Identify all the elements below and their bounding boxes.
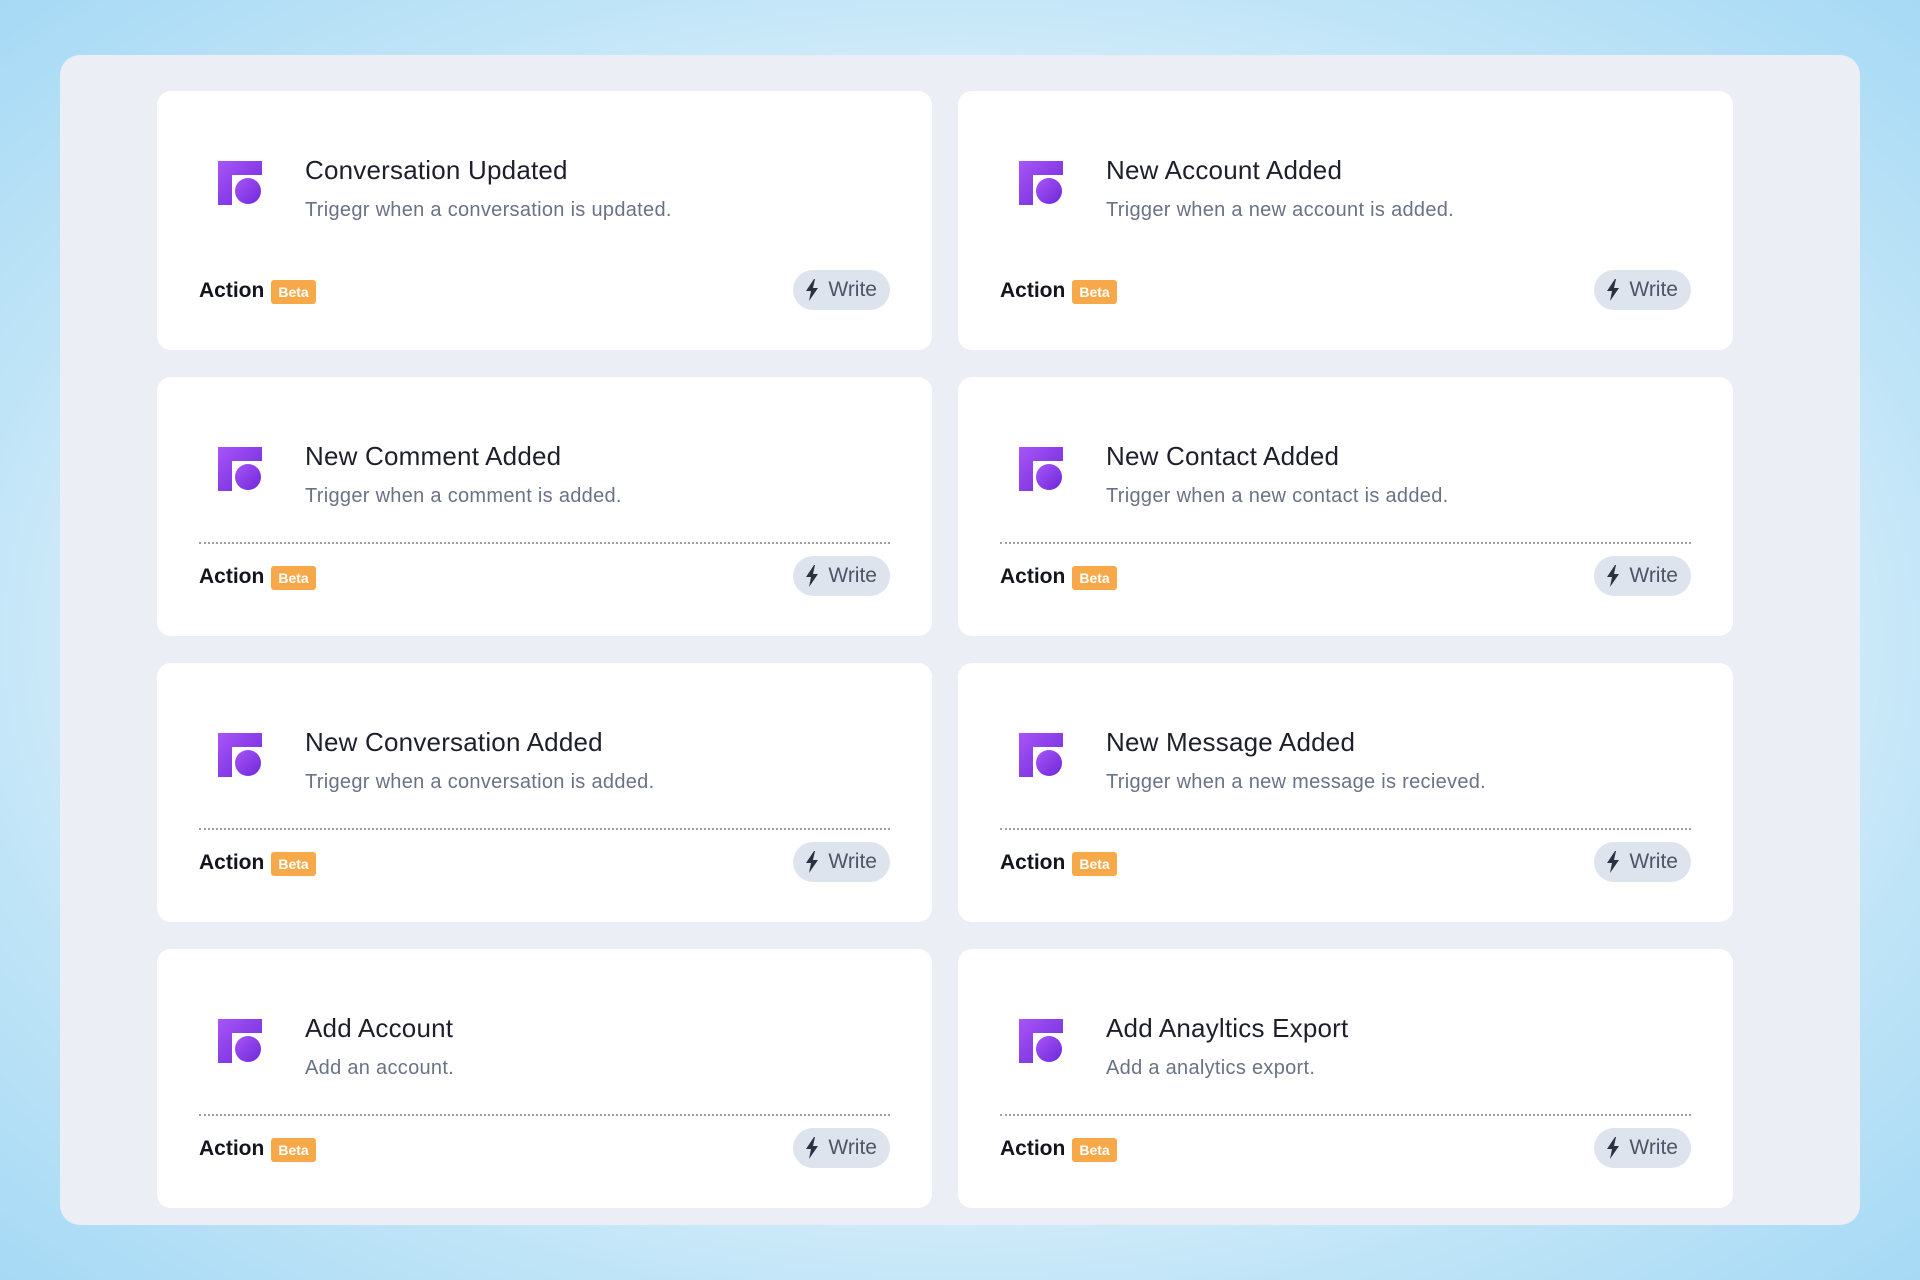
- card-description: Trigger when a comment is added.: [305, 485, 622, 507]
- write-button[interactable]: Write: [793, 270, 890, 310]
- trigger-card[interactable]: New Contact Added Trigger when a new con…: [958, 377, 1733, 636]
- app-logo-icon: [218, 1019, 262, 1063]
- write-button[interactable]: Write: [1594, 556, 1691, 596]
- beta-badge: Beta: [1072, 1138, 1117, 1162]
- card-description: Trigger when a new account is added.: [1106, 199, 1455, 221]
- card-divider: [1000, 828, 1691, 830]
- beta-badge: Beta: [1072, 280, 1117, 304]
- beta-badge: Beta: [271, 566, 316, 590]
- write-button[interactable]: Write: [1594, 842, 1691, 882]
- card-divider: [199, 1114, 890, 1116]
- write-button[interactable]: Write: [793, 556, 890, 596]
- app-logo-icon: [1019, 733, 1063, 777]
- beta-badge: Beta: [271, 280, 316, 304]
- card-title: Add Anayltics Export: [1106, 1013, 1349, 1043]
- lightning-icon: [1607, 565, 1620, 587]
- app-logo-icon: [218, 447, 262, 491]
- card-title: Conversation Updated: [305, 155, 568, 185]
- action-type: Action Beta: [1000, 1135, 1117, 1162]
- write-button-label: Write: [1629, 850, 1678, 873]
- write-button-label: Write: [828, 564, 877, 587]
- trigger-card[interactable]: New Comment Added Trigger when a comment…: [157, 377, 932, 636]
- write-button[interactable]: Write: [1594, 1128, 1691, 1168]
- card-description: Trigegr when a conversation is updated.: [305, 199, 672, 221]
- write-button-label: Write: [828, 278, 877, 301]
- action-type: Action Beta: [1000, 563, 1117, 590]
- lightning-icon: [806, 1137, 819, 1159]
- action-type: Action Beta: [199, 277, 316, 304]
- action-label: Action: [1000, 850, 1066, 874]
- action-label: Action: [199, 564, 265, 588]
- trigger-card[interactable]: Add Anayltics Export Add a analytics exp…: [958, 949, 1733, 1208]
- action-type: Action Beta: [199, 563, 316, 590]
- action-type: Action Beta: [199, 849, 316, 876]
- beta-badge: Beta: [271, 1138, 316, 1162]
- app-logo-icon: [1019, 1019, 1063, 1063]
- lightning-icon: [806, 565, 819, 587]
- beta-badge: Beta: [271, 852, 316, 876]
- lightning-icon: [1607, 279, 1620, 301]
- trigger-card[interactable]: Conversation Updated Trigegr when a conv…: [157, 91, 932, 350]
- card-title: New Account Added: [1106, 155, 1343, 185]
- action-type: Action Beta: [199, 1135, 316, 1162]
- write-button-label: Write: [1629, 278, 1678, 301]
- action-label: Action: [1000, 278, 1066, 302]
- action-label: Action: [199, 278, 265, 302]
- card-description: Trigger when a new contact is added.: [1106, 485, 1449, 507]
- trigger-card-grid: Conversation Updated Trigegr when a conv…: [157, 91, 1733, 1208]
- action-label: Action: [1000, 1136, 1066, 1160]
- lightning-icon: [1607, 1137, 1620, 1159]
- lightning-icon: [1607, 851, 1620, 873]
- action-label: Action: [1000, 564, 1066, 588]
- trigger-card[interactable]: New Message Added Trigger when a new mes…: [958, 663, 1733, 922]
- trigger-card[interactable]: Add Account Add an account. Action Beta …: [157, 949, 932, 1208]
- card-description: Trigger when a new message is recieved.: [1106, 771, 1487, 793]
- lightning-icon: [806, 279, 819, 301]
- beta-badge: Beta: [1072, 852, 1117, 876]
- card-divider: [1000, 1114, 1691, 1116]
- write-button-label: Write: [828, 1136, 877, 1159]
- card-divider: [199, 828, 890, 830]
- app-logo-icon: [1019, 447, 1063, 491]
- action-label: Action: [199, 850, 265, 874]
- card-divider: [1000, 542, 1691, 544]
- card-title: New Conversation Added: [305, 727, 603, 757]
- card-description: Add a analytics export.: [1106, 1057, 1316, 1079]
- lightning-icon: [806, 851, 819, 873]
- action-label: Action: [199, 1136, 265, 1160]
- card-title: New Comment Added: [305, 441, 562, 471]
- write-button-label: Write: [828, 850, 877, 873]
- card-divider: [199, 542, 890, 544]
- beta-badge: Beta: [1072, 566, 1117, 590]
- write-button[interactable]: Write: [1594, 270, 1691, 310]
- app-logo-icon: [218, 161, 262, 205]
- card-title: New Message Added: [1106, 727, 1356, 757]
- app-logo-icon: [218, 733, 262, 777]
- trigger-card[interactable]: New Conversation Added Trigegr when a co…: [157, 663, 932, 922]
- trigger-card[interactable]: New Account Added Trigger when a new acc…: [958, 91, 1733, 350]
- write-button-label: Write: [1629, 564, 1678, 587]
- card-title: Add Account: [305, 1013, 454, 1043]
- write-button[interactable]: Write: [793, 1128, 890, 1168]
- action-type: Action Beta: [1000, 277, 1117, 304]
- triggers-panel: Conversation Updated Trigegr when a conv…: [60, 55, 1860, 1225]
- card-title: New Contact Added: [1106, 441, 1340, 471]
- card-description: Trigegr when a conversation is added.: [305, 771, 655, 793]
- write-button[interactable]: Write: [793, 842, 890, 882]
- action-type: Action Beta: [1000, 849, 1117, 876]
- app-logo-icon: [1019, 161, 1063, 205]
- write-button-label: Write: [1629, 1136, 1678, 1159]
- card-description: Add an account.: [305, 1057, 455, 1079]
